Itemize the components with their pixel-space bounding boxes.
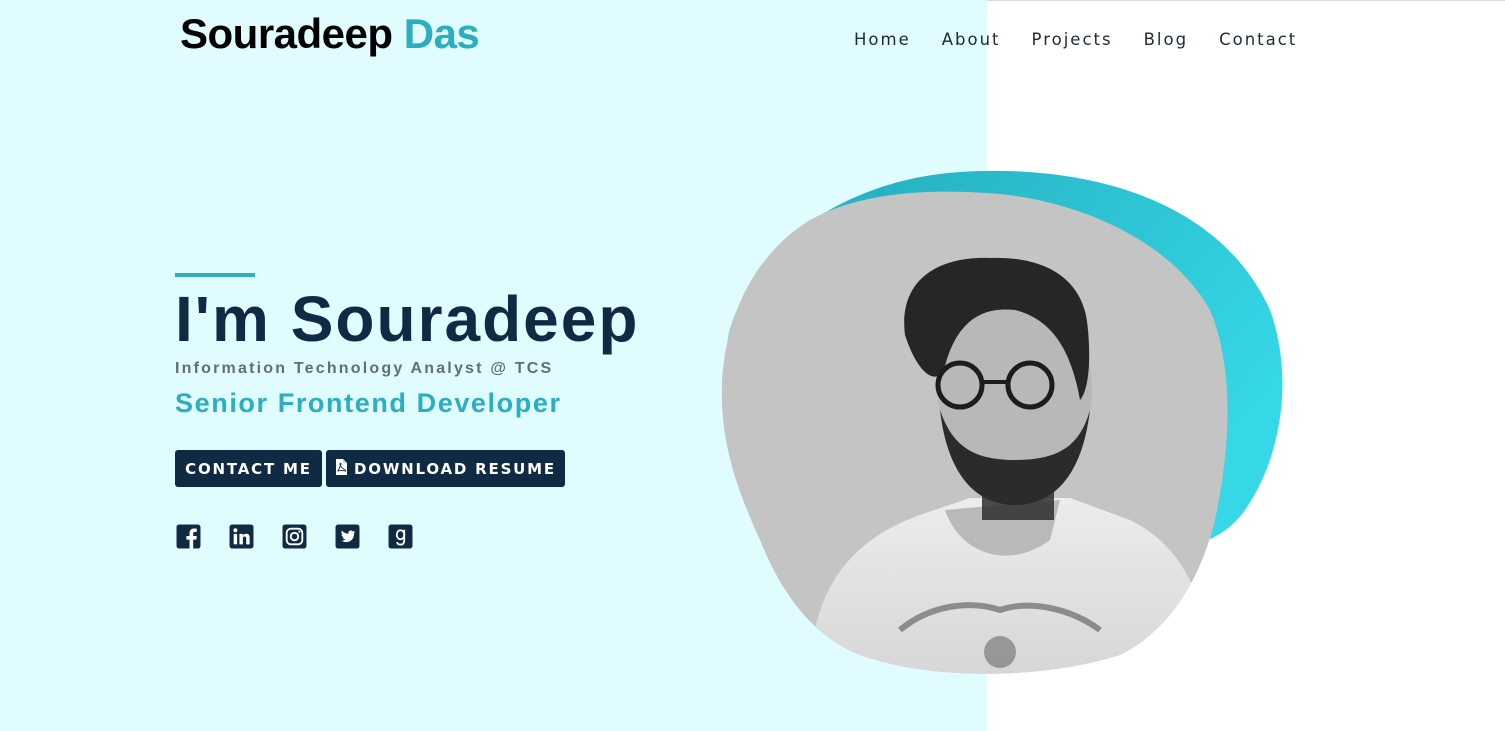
contact-me-label: CONTACT ME bbox=[185, 459, 312, 478]
hero-role: Senior Frontend Developer bbox=[175, 388, 562, 418]
nav-contact[interactable]: Contact bbox=[1219, 30, 1297, 49]
nav-blog[interactable]: Blog bbox=[1144, 30, 1188, 49]
site-logo[interactable]: Souradeep Das bbox=[180, 10, 480, 58]
download-resume-label: DOWNLOAD RESUME bbox=[354, 459, 556, 478]
nav-home[interactable]: Home bbox=[854, 30, 911, 49]
pdf-file-icon bbox=[336, 458, 348, 475]
hero-title: I'm Souradeep bbox=[175, 283, 640, 355]
goodreads-icon[interactable] bbox=[388, 524, 413, 549]
brand-first-name: Souradeep bbox=[180, 10, 393, 57]
facebook-icon[interactable] bbox=[176, 524, 201, 549]
instagram-icon[interactable] bbox=[282, 524, 307, 549]
profile-photo bbox=[721, 170, 1283, 674]
social-links bbox=[176, 524, 441, 549]
contact-me-button[interactable]: CONTACT ME bbox=[175, 450, 322, 487]
nav-projects[interactable]: Projects bbox=[1032, 30, 1113, 49]
main-nav: Home About Projects Blog Contact bbox=[854, 30, 1328, 49]
hero-subtitle: Information Technology Analyst @ TCS bbox=[175, 360, 554, 377]
twitter-icon[interactable] bbox=[335, 524, 360, 549]
linkedin-icon[interactable] bbox=[229, 524, 254, 549]
nav-about[interactable]: About bbox=[942, 30, 1001, 49]
brand-last-name: Das bbox=[403, 10, 480, 57]
download-resume-button[interactable]: DOWNLOAD RESUME bbox=[326, 450, 565, 487]
title-accent-bar bbox=[175, 273, 255, 277]
